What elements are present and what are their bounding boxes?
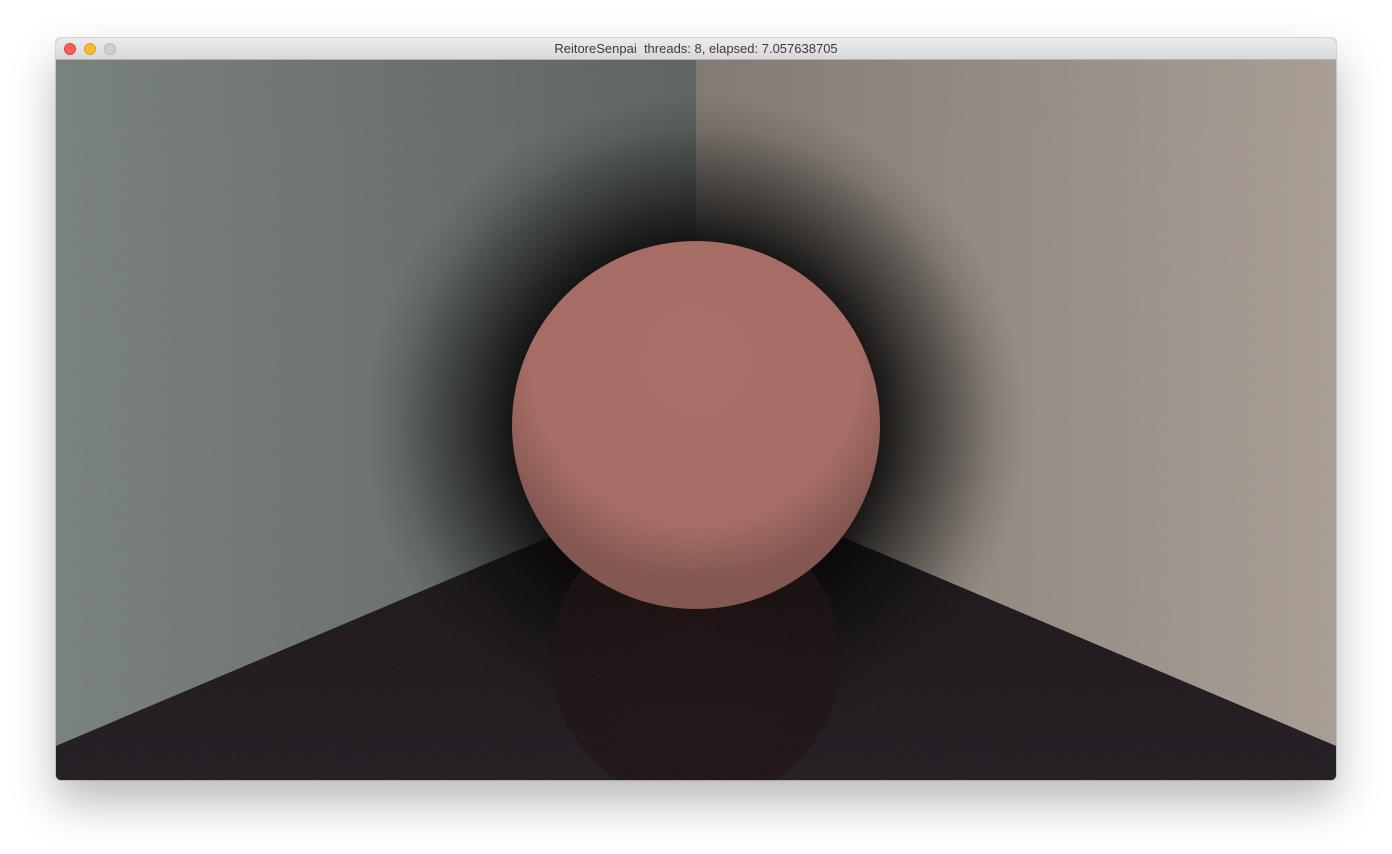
app-window: ReitoreSenpai threads: 8, elapsed: 7.057…: [56, 38, 1336, 780]
render-viewport: [56, 60, 1336, 780]
render-noise: [56, 60, 1336, 780]
window-title: ReitoreSenpai threads: 8, elapsed: 7.057…: [554, 41, 838, 56]
title-bar[interactable]: ReitoreSenpai threads: 8, elapsed: 7.057…: [56, 38, 1336, 60]
